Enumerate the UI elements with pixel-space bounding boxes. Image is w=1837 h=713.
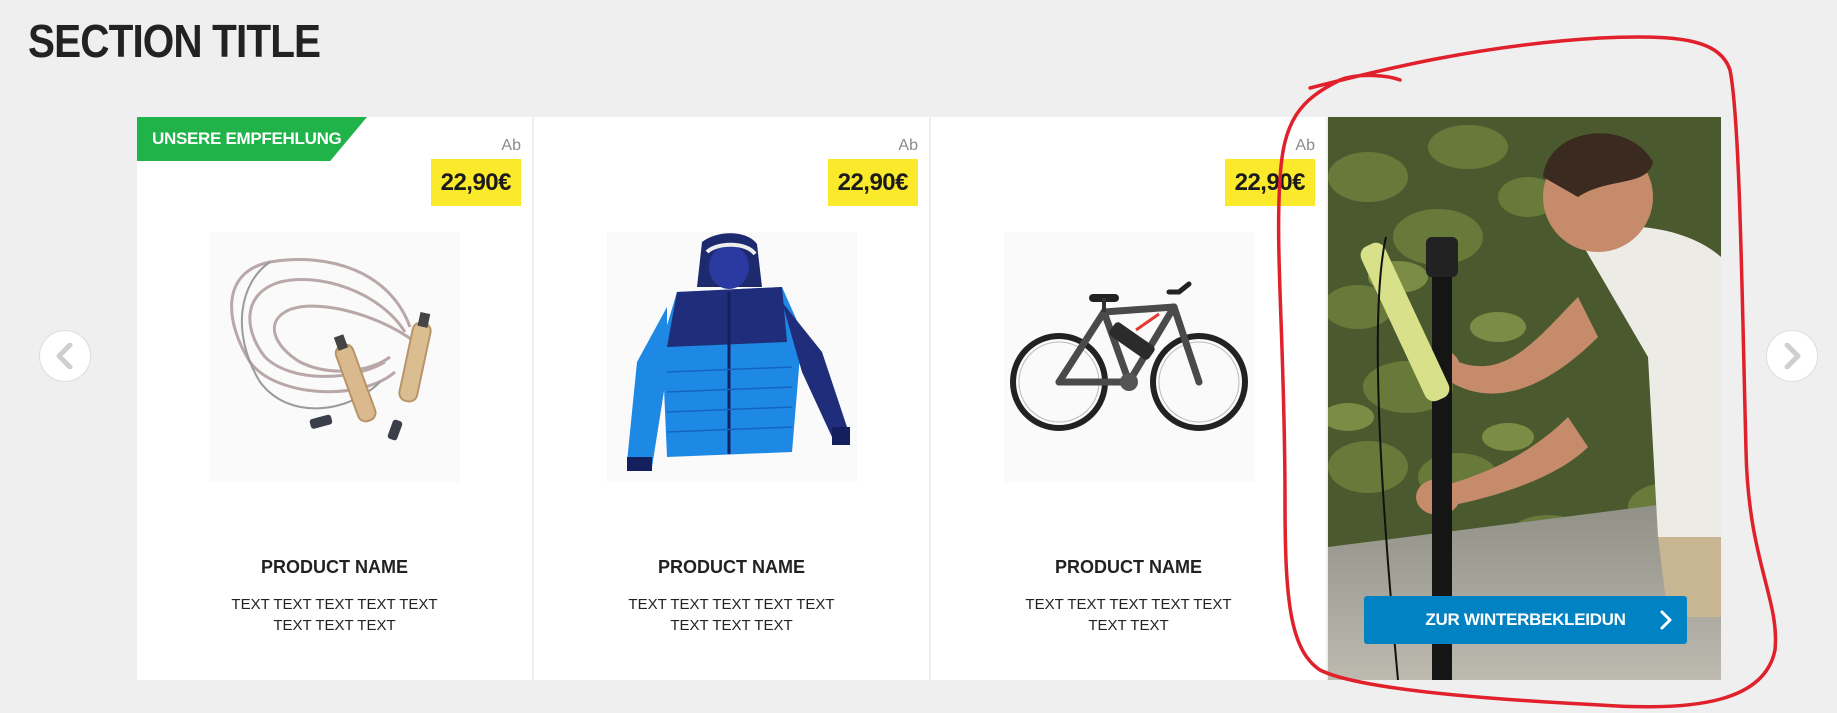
product-description: TEXT TEXT TEXT TEXT TEXT TEXT TEXT TEXT: [628, 596, 835, 634]
price-tag: 22,90€: [827, 159, 918, 206]
price-tag: 22,90€: [430, 159, 521, 206]
promo-button-label: ZUR WINTERBEKLEIDUN: [1425, 610, 1626, 629]
product-name: PRODUCT NAME: [261, 557, 408, 577]
e-bike-image: [1003, 232, 1254, 482]
price-prefix: Ab: [1295, 137, 1315, 154]
winter-clothing-button[interactable]: ZUR WINTERBEKLEIDUN: [1364, 596, 1687, 644]
jump-rope-image: [209, 232, 460, 482]
price-prefix: Ab: [501, 137, 521, 154]
recommendation-badge: UNSERE EMPFEHLUNG: [137, 117, 367, 161]
price-prefix: Ab: [898, 137, 918, 154]
section-title: SECTION TITLE: [28, 15, 321, 67]
product-card[interactable]: Ab 22,90€ PRODUCT NAME TEXT TEXT TEXT TE…: [534, 117, 929, 680]
product-description: TEXT TEXT TEXT TEXT TEXT TEXT TEXT: [1025, 596, 1232, 634]
product-description: TEXT TEXT TEXT TEXT TEXT TEXT TEXT TEXT: [231, 596, 438, 634]
chevron-right-icon: [1660, 610, 1672, 630]
product-card[interactable]: Ab 22,90€ PRODUCT NAME TEXT TEXT TEXT TE…: [931, 117, 1326, 680]
product-name: PRODUCT NAME: [1055, 557, 1202, 577]
chevron-right-icon: [1784, 343, 1801, 369]
ski-jacket-image: [606, 232, 857, 482]
carousel-prev-button[interactable]: [39, 330, 91, 382]
promo-banner[interactable]: ZUR WINTERBEKLEIDUN: [1328, 117, 1721, 680]
price-tag: 22,90€: [1224, 159, 1315, 206]
carousel-next-button[interactable]: [1766, 330, 1818, 382]
product-name: PRODUCT NAME: [658, 557, 805, 577]
product-card[interactable]: UNSERE EMPFEHLUNG Ab 22,90€ PRODUCT NAME…: [137, 117, 532, 680]
chevron-left-icon: [56, 343, 73, 369]
